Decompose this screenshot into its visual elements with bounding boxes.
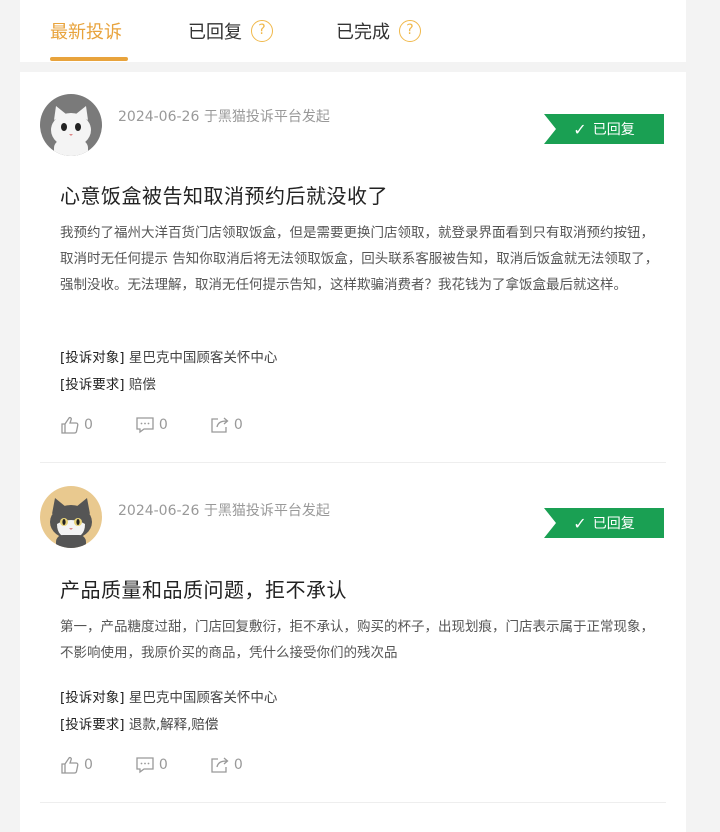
status-badge: ✓ 已回复 — [544, 508, 664, 538]
tab-completed[interactable]: 已完成 ? — [336, 18, 421, 44]
complaint-target: [投诉对象] 星巴克中国顾客关怀中心 — [60, 686, 277, 706]
complaint-date: 2024-06-26 — [118, 109, 200, 125]
comment-icon — [136, 417, 154, 434]
status-badge-label: 已回复 — [592, 122, 635, 138]
complaint-request-value: 退款,解释,赔偿 — [128, 717, 219, 733]
complaint-target-value: 星巴克中国顾客关怀中心 — [128, 350, 278, 366]
complaint-list: 2024-06-26 于黑猫投诉平台发起 ✓ 已回复 心意饭盒被告知取消预约后就… — [20, 72, 686, 832]
complaint-request-label: [投诉要求] — [60, 377, 125, 393]
complaint-target-label: [投诉对象] — [60, 690, 125, 706]
status-badge-label: 已回复 — [592, 516, 635, 532]
avatar — [40, 486, 102, 548]
share-icon — [211, 417, 229, 433]
share-count: 0 — [233, 757, 243, 773]
comment-button[interactable]: 0 — [135, 416, 168, 434]
complaint-request-value: 赔偿 — [128, 377, 156, 393]
thumbs-up-icon — [61, 756, 79, 774]
thumbs-up-icon — [61, 416, 79, 434]
help-icon[interactable]: ? — [399, 20, 421, 42]
complaint-title[interactable]: 心意饭盒被告知取消预约后就没收了 — [60, 180, 656, 209]
tab-bar: 最新投诉 已回复 ? 已完成 ? — [20, 0, 686, 62]
complaint-target-value: 星巴克中国顾客关怀中心 — [128, 690, 278, 706]
complaint-target: [投诉对象] 星巴克中国顾客关怀中心 — [60, 346, 277, 366]
complaint-description: 第一，产品糖度过甜，门店回复敷衍，拒不承认，购买的杯子，出现划痕，门店表示属于正… — [60, 619, 654, 661]
complaint-request-label: [投诉要求] — [60, 717, 125, 733]
complaint-description: 我预约了福州大洋百货门店领取饭盒，但是需要更换门店领取，就登录界面看到只有取消预… — [60, 225, 659, 293]
complaint-title[interactable]: 产品质量和品质问题，拒不承认 — [60, 574, 656, 603]
tab-completed-label: 已完成 — [336, 22, 390, 43]
comment-icon — [136, 757, 154, 774]
check-icon: ✓ — [573, 513, 587, 533]
status-badge: ✓ 已回复 — [544, 114, 664, 144]
like-button[interactable]: 0 — [60, 756, 93, 774]
avatar — [40, 94, 102, 156]
active-tab-indicator — [50, 57, 128, 61]
share-button[interactable]: 0 — [210, 416, 243, 434]
complaint-target-label: [投诉对象] — [60, 350, 125, 366]
complaint-source: 于黑猫投诉平台发起 — [203, 503, 330, 519]
tab-replied[interactable]: 已回复 ? — [188, 18, 273, 44]
white-cat-avatar-icon — [40, 94, 102, 156]
complaint-source: 于黑猫投诉平台发起 — [203, 109, 330, 125]
tab-latest[interactable]: 最新投诉 — [50, 18, 122, 44]
divider — [40, 462, 666, 463]
check-icon: ✓ — [573, 119, 587, 139]
help-icon[interactable]: ? — [251, 20, 273, 42]
share-count: 0 — [233, 417, 243, 433]
share-icon — [211, 757, 229, 773]
complaint-date: 2024-06-26 — [118, 503, 200, 519]
complaint-actions: 0 0 0 — [60, 416, 285, 434]
comment-button[interactable]: 0 — [135, 756, 168, 774]
share-button[interactable]: 0 — [210, 756, 243, 774]
comment-count: 0 — [158, 757, 168, 773]
divider — [40, 802, 666, 803]
complaint-request: [投诉要求] 赔偿 — [60, 373, 156, 393]
like-count: 0 — [84, 417, 93, 433]
complaint-meta: 2024-06-26 于黑猫投诉平台发起 — [118, 106, 330, 126]
comment-count: 0 — [158, 417, 168, 433]
complaint-meta: 2024-06-26 于黑猫投诉平台发起 — [118, 500, 330, 520]
tab-replied-label: 已回复 — [188, 22, 242, 43]
tabby-cat-avatar-icon — [40, 486, 102, 548]
like-count: 0 — [84, 757, 93, 773]
complaint-request: [投诉要求] 退款,解释,赔偿 — [60, 713, 218, 733]
complaint-actions: 0 0 0 — [60, 756, 285, 774]
like-button[interactable]: 0 — [60, 416, 93, 434]
tab-latest-label: 最新投诉 — [50, 22, 122, 43]
